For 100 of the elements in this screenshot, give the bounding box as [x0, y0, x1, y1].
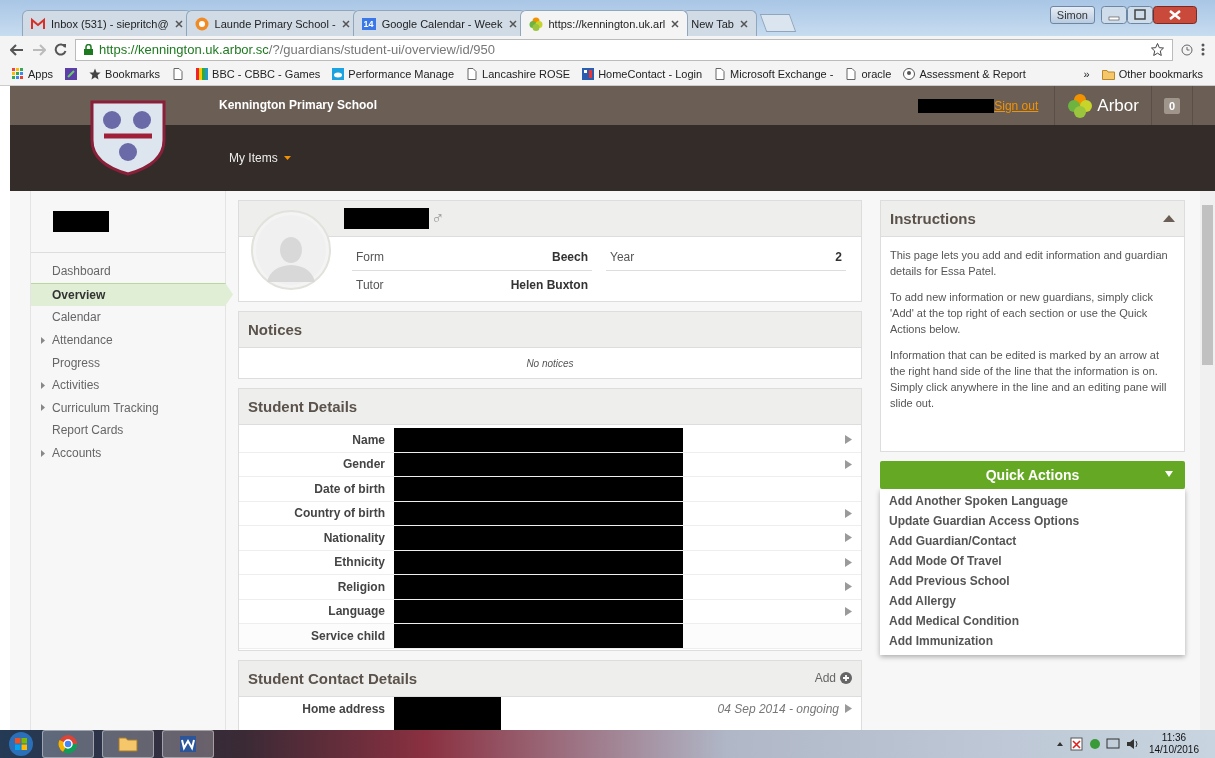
expand-caret-icon[interactable] — [41, 449, 45, 457]
bookmark[interactable]: Apps — [12, 68, 54, 80]
browser-icon — [58, 734, 78, 754]
windows-start-icon[interactable] — [8, 731, 34, 757]
folder-icon — [118, 734, 138, 754]
maximize-icon[interactable] — [1127, 6, 1153, 24]
close-icon[interactable] — [174, 19, 183, 28]
bookmark-folder[interactable]: Other bookmarks — [1101, 68, 1203, 80]
row-label: Ethnicity — [333, 555, 386, 570]
expand-caret-icon[interactable] — [41, 336, 45, 344]
caret-icon — [1165, 471, 1173, 477]
menu-icon[interactable] — [1201, 43, 1205, 56]
close-icon[interactable] — [508, 19, 517, 28]
sidebar-item[interactable]: Overview — [31, 282, 233, 307]
address-bar[interactable]: https://kennington.uk.arbor.sc/?/guardians/student-ui/overview/id/950 — [75, 38, 1173, 61]
panel-title: Notices — [239, 312, 861, 348]
caret-icon — [283, 156, 291, 160]
redaction-block — [53, 211, 109, 232]
instruction-paragraph: Information that can be edited is marked by an arrow at the right hand side of the line that the information is on. Simply click anywhere in the line and an editing pane will slide out. — [890, 348, 1168, 411]
minimize-icon[interactable] — [1101, 6, 1127, 24]
folder-button[interactable] — [102, 730, 154, 758]
page-icon[interactable] — [714, 68, 727, 80]
bookmark[interactable]: BBC - CBBC - Games — [196, 68, 321, 80]
apps-grid-icon[interactable] — [12, 68, 24, 80]
clock-date[interactable]: 14/10/2016 — [1148, 744, 1199, 756]
profile-button[interactable]: Simon — [1049, 6, 1095, 24]
detail-row[interactable]: Gender — [239, 452, 861, 477]
bookmark[interactable]: Performance Manage — [332, 68, 455, 80]
collapse-icon[interactable] — [1163, 215, 1175, 222]
tray-icons-drawing[interactable] — [1054, 737, 1141, 751]
detail-row[interactable]: Ethnicity — [239, 550, 861, 575]
cloud-icon[interactable] — [332, 68, 345, 80]
page-icon[interactable] — [172, 68, 185, 80]
browser-button[interactable] — [42, 730, 94, 758]
detail-row[interactable]: Name — [239, 428, 861, 453]
field-value: Helen Buxton — [510, 277, 588, 292]
edit-arrow-icon — [845, 557, 852, 567]
menu-item[interactable]: Add Immunization — [880, 631, 1185, 651]
menu-item[interactable]: Add Medical Condition — [880, 611, 1185, 631]
sidebar-item[interactable]: Curriculum Tracking — [31, 396, 225, 420]
badge-icon[interactable] — [903, 68, 916, 80]
sidebar-item[interactable]: Progress — [31, 351, 225, 374]
bookmark[interactable]: Lancashire ROSE — [466, 68, 571, 80]
document-button[interactable] — [162, 730, 214, 758]
stripes-icon[interactable] — [196, 68, 209, 80]
period-text: 04 Sep 2014 - ongoing — [717, 701, 839, 716]
reload-icon[interactable] — [54, 43, 67, 56]
row-label: Name — [351, 432, 386, 447]
close-icon[interactable] — [341, 19, 350, 28]
browser-tab[interactable]: https://kennington.uk.arl — [519, 10, 689, 36]
menu-item[interactable]: Add Previous School — [880, 571, 1185, 591]
menu-item[interactable]: Add Another Spoken Language — [880, 491, 1185, 511]
instruction-paragraph: To add new information or new guardians, simply click 'Add' at the top right of each section or use the Quick Actions below. — [890, 290, 1154, 337]
menu-item[interactable]: Add Mode Of Travel — [880, 551, 1185, 571]
row-label: Service child — [309, 628, 386, 643]
ring-icon — [194, 16, 209, 31]
bookmark[interactable]: Microsoft Exchange - — [714, 68, 834, 80]
bookmark[interactable]: HomeContact - Login — [582, 68, 703, 80]
bookmark[interactable]: Assessment & Report — [903, 68, 1026, 80]
clock-icon[interactable] — [1181, 43, 1193, 56]
page-icon[interactable] — [845, 68, 858, 80]
sidebar-item[interactable]: Dashboard — [31, 260, 225, 283]
more-bookmarks-button[interactable]: » — [1083, 68, 1090, 80]
sidebar-item[interactable]: Calendar — [31, 306, 225, 329]
bookmark[interactable]: Bookmarks — [89, 68, 161, 80]
bookmark[interactable]: oracle — [845, 68, 892, 80]
close-icon[interactable] — [671, 19, 680, 28]
bookmark-square-icon[interactable] — [65, 68, 78, 80]
detail-row[interactable]: Nationality — [239, 526, 861, 551]
sidebar-item[interactable]: Attendance — [31, 328, 225, 352]
detail-row[interactable]: Language — [239, 599, 861, 624]
url-text: https://kennington.uk.arbor.sc/?/guardians/student-ui/overview/id/950 — [99, 42, 496, 57]
expand-caret-icon[interactable] — [41, 381, 45, 389]
star-icon[interactable] — [1151, 43, 1164, 56]
folder-icon — [1101, 68, 1115, 80]
close-icon[interactable] — [1153, 6, 1197, 24]
detail-row[interactable]: Country of birth — [239, 501, 861, 526]
close-icon[interactable] — [739, 19, 748, 28]
detail-row[interactable]: Religion — [239, 575, 861, 600]
document-icon — [178, 734, 198, 754]
expand-caret-icon[interactable] — [41, 404, 45, 412]
row-label: Gender — [342, 457, 386, 472]
menu-item[interactable]: Add Guardian/Contact — [880, 531, 1185, 551]
star-icon[interactable] — [89, 68, 102, 80]
back-icon[interactable] — [10, 43, 24, 56]
edit-arrow-icon — [845, 459, 852, 469]
sidebar-item[interactable]: Accounts — [31, 441, 225, 465]
panel-title: Instructions — [890, 210, 976, 227]
menu-item[interactable]: Add Allergy — [880, 591, 1185, 611]
sidebar-item[interactable]: Activities — [31, 373, 225, 397]
tab-title: Inbox (531) - siepritch@ — [51, 17, 169, 30]
sidebar-item[interactable]: Report Cards — [31, 419, 225, 442]
clock-time[interactable]: 11:36 — [1161, 732, 1187, 744]
edit-arrow-icon — [845, 582, 852, 592]
menu-dropdown[interactable]: My Items — [229, 151, 291, 165]
scrollbar[interactable] — [1200, 191, 1215, 730]
add-button[interactable]: Add — [814, 671, 852, 685]
grid-icon[interactable] — [582, 68, 595, 80]
menu-item[interactable]: Update Guardian Access Options — [880, 511, 1185, 531]
page-icon[interactable] — [466, 68, 479, 80]
